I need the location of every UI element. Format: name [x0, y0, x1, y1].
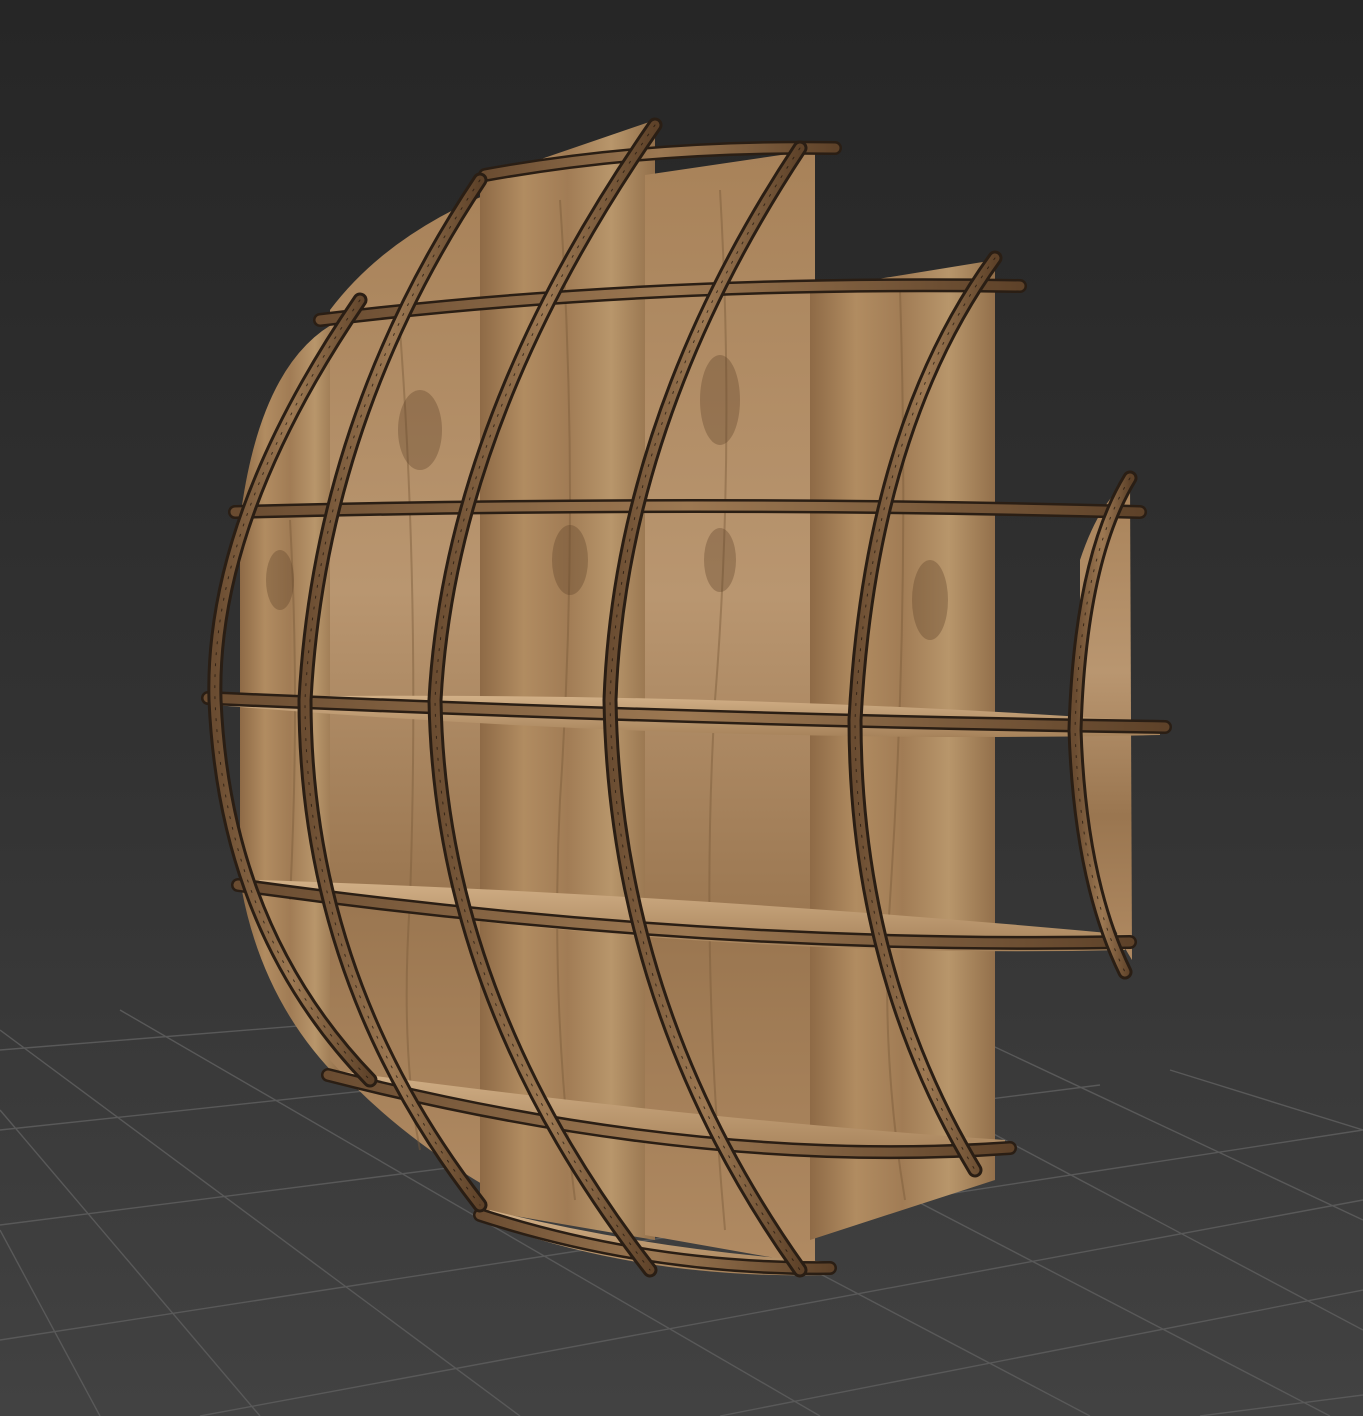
- viewport-canvas[interactable]: [0, 0, 1363, 1416]
- 3d-viewport[interactable]: [0, 0, 1363, 1416]
